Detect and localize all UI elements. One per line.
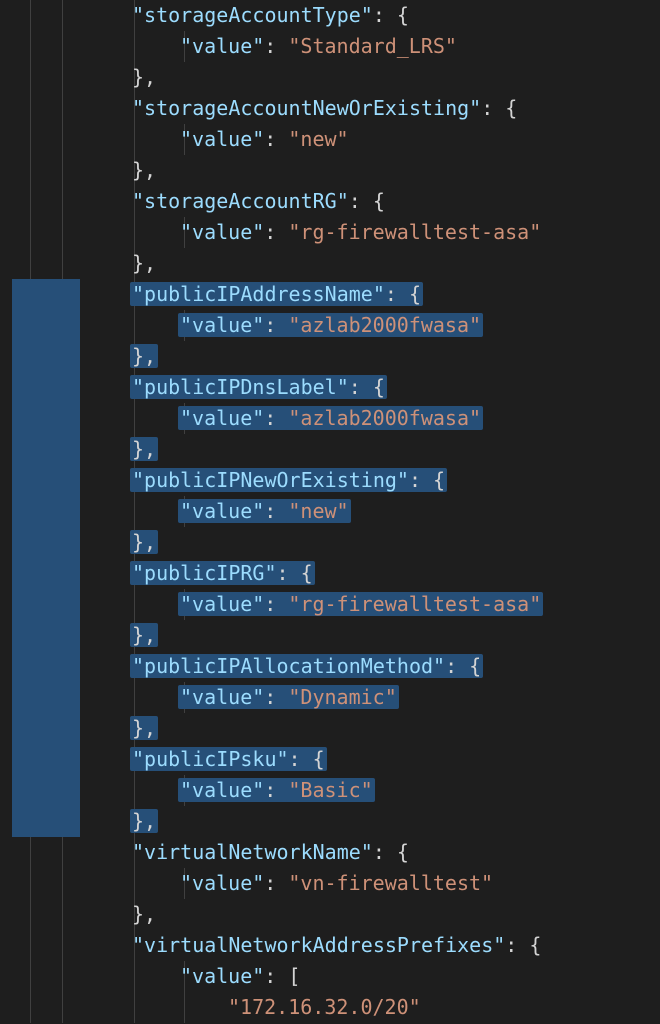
code-line[interactable]: "publicIPAddressName": { [0, 279, 660, 310]
code-editor[interactable]: "storageAccountType": {"value": "Standar… [0, 0, 660, 1023]
code-line[interactable]: "publicIPAllocationMethod": { [0, 651, 660, 682]
code-line[interactable]: "value": "azlab2000fwasa" [0, 310, 660, 341]
code-line[interactable]: "value": "new" [0, 496, 660, 527]
code-line[interactable]: }, [0, 341, 660, 372]
code-line[interactable]: "storageAccountNewOrExisting": { [0, 93, 660, 124]
code-line[interactable]: }, [0, 248, 660, 279]
code-line[interactable]: }, [0, 713, 660, 744]
code-line[interactable]: "value": "vn-firewalltest" [0, 868, 660, 899]
code-line[interactable]: }, [0, 899, 660, 930]
code-line[interactable]: "value": "Basic" [0, 775, 660, 806]
code-line[interactable]: }, [0, 434, 660, 465]
code-line[interactable]: "storageAccountRG": { [0, 186, 660, 217]
code-line[interactable]: "virtualNetworkName": { [0, 837, 660, 868]
code-line[interactable]: "value": "Dynamic" [0, 682, 660, 713]
code-line[interactable]: "value": "new" [0, 124, 660, 155]
code-line[interactable]: "value": "rg-firewalltest-asa" [0, 589, 660, 620]
code-line[interactable]: }, [0, 155, 660, 186]
code-line[interactable]: "publicIPNewOrExisting": { [0, 465, 660, 496]
code-line[interactable]: "publicIPsku": { [0, 744, 660, 775]
code-line[interactable]: }, [0, 806, 660, 837]
code-line[interactable]: }, [0, 62, 660, 93]
code-line[interactable]: "value": [ [0, 961, 660, 992]
code-line[interactable]: }, [0, 527, 660, 558]
code-line[interactable]: "172.16.32.0/20" [0, 992, 660, 1023]
code-line[interactable]: "publicIPDnsLabel": { [0, 372, 660, 403]
code-line[interactable]: "value": "rg-firewalltest-asa" [0, 217, 660, 248]
code-line[interactable]: }, [0, 620, 660, 651]
code-line[interactable]: "storageAccountType": { [0, 0, 660, 31]
code-line[interactable]: "value": "azlab2000fwasa" [0, 403, 660, 434]
code-line[interactable]: "virtualNetworkAddressPrefixes": { [0, 930, 660, 961]
code-line[interactable]: "value": "Standard_LRS" [0, 31, 660, 62]
code-line[interactable]: "publicIPRG": { [0, 558, 660, 589]
